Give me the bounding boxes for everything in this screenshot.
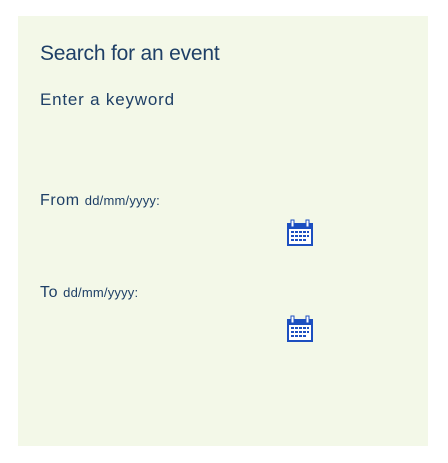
to-date-label-prefix: To xyxy=(40,284,59,301)
calendar-icon xyxy=(287,219,313,246)
search-panel: Search for an event Enter a keyword From… xyxy=(18,16,428,446)
keyword-label: Enter a keyword xyxy=(40,90,175,109)
to-date-picker-button[interactable] xyxy=(286,315,314,343)
from-date-format-hint: dd/mm/yyyy: xyxy=(84,193,160,208)
calendar-icon xyxy=(287,315,313,342)
from-date-label: From dd/mm/yyyy: xyxy=(40,192,160,210)
panel-title: Search for an event xyxy=(40,42,220,65)
from-date-label-prefix: From xyxy=(40,192,80,209)
from-date-picker-button[interactable] xyxy=(286,219,314,247)
to-date-format-hint: dd/mm/yyyy: xyxy=(63,285,139,300)
to-date-label: To dd/mm/yyyy: xyxy=(40,284,138,302)
